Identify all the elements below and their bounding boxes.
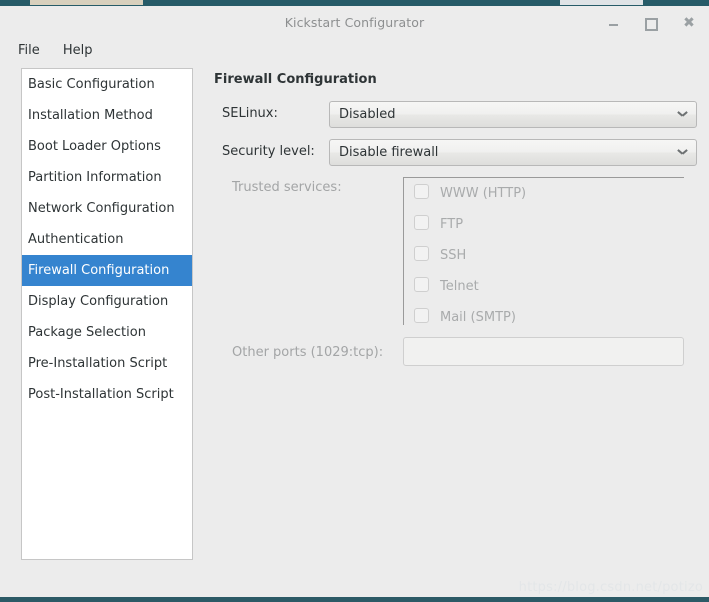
sidebar-item-basic-configuration[interactable]: Basic Configuration xyxy=(22,69,192,100)
service-label-mail-smtp: Mail (SMTP) xyxy=(440,310,516,325)
service-row-ftp[interactable]: FTP xyxy=(404,209,684,240)
checkbox-www-http[interactable] xyxy=(414,184,429,199)
other-ports-input[interactable] xyxy=(403,337,684,366)
service-row-mail-smtp[interactable]: Mail (SMTP) xyxy=(404,302,684,325)
service-label-www-http: WWW (HTTP) xyxy=(440,186,527,201)
chevron-down-icon xyxy=(678,111,687,116)
close-button[interactable]: ✖ xyxy=(680,14,698,32)
sidebar-item-pre-installation-script[interactable]: Pre-Installation Script xyxy=(22,348,192,379)
checkbox-ssh[interactable] xyxy=(414,246,429,261)
security-level-row: Security level: Disable firewall xyxy=(214,137,699,167)
checkbox-ftp[interactable] xyxy=(414,215,429,230)
background-window-light xyxy=(560,0,643,5)
firewall-configuration-panel: Firewall Configuration SELinux: Disabled… xyxy=(214,67,699,597)
sidebar-item-display-configuration[interactable]: Display Configuration xyxy=(22,286,192,317)
menubar: File Help xyxy=(0,39,709,67)
service-row-ssh[interactable]: SSH xyxy=(404,240,684,271)
maximize-icon xyxy=(644,18,658,31)
service-row-www-http[interactable]: WWW (HTTP) xyxy=(404,178,684,209)
selinux-label: SELinux: xyxy=(222,106,278,121)
minimize-icon xyxy=(608,24,618,26)
sidebar-item-package-selection[interactable]: Package Selection xyxy=(22,317,192,348)
menu-item-file[interactable]: File xyxy=(9,40,49,62)
selinux-value: Disabled xyxy=(339,107,396,122)
titlebar: Kickstart Configurator ✖ xyxy=(0,6,709,39)
checkbox-mail-smtp[interactable] xyxy=(414,308,429,323)
security-level-value: Disable firewall xyxy=(339,145,439,160)
window-title: Kickstart Configurator xyxy=(284,15,425,30)
sidebar-item-firewall-configuration[interactable]: Firewall Configuration xyxy=(22,255,192,286)
background-window-tan xyxy=(30,0,143,5)
sidebar-item-network-configuration[interactable]: Network Configuration xyxy=(22,193,192,224)
checkbox-telnet[interactable] xyxy=(414,277,429,292)
page-title: Firewall Configuration xyxy=(214,72,377,87)
service-row-telnet[interactable]: Telnet xyxy=(404,271,684,302)
sidebar-item-partition-information[interactable]: Partition Information xyxy=(22,162,192,193)
service-label-ssh: SSH xyxy=(440,248,467,263)
selinux-dropdown[interactable]: Disabled xyxy=(329,101,697,128)
security-level-label: Security level: xyxy=(222,144,315,159)
sidebar-item-authentication[interactable]: Authentication xyxy=(22,224,192,255)
trusted-services-label: Trusted services: xyxy=(232,180,342,195)
content-area: Basic Configuration Installation Method … xyxy=(0,67,709,597)
service-label-telnet: Telnet xyxy=(440,279,479,294)
sidebar-item-installation-method[interactable]: Installation Method xyxy=(22,100,192,131)
selinux-row: SELinux: Disabled xyxy=(214,99,699,129)
menu-item-help[interactable]: Help xyxy=(54,40,102,62)
close-icon: ✖ xyxy=(683,15,695,31)
sidebar-item-boot-loader-options[interactable]: Boot Loader Options xyxy=(22,131,192,162)
desktop-bottom-strip xyxy=(0,597,709,602)
maximize-button[interactable] xyxy=(642,14,660,32)
service-label-ftp: FTP xyxy=(440,217,464,232)
other-ports-label: Other ports (1029:tcp): xyxy=(232,345,384,360)
trusted-services-list[interactable]: WWW (HTTP) FTP SSH Telnet Mail (SMTP) xyxy=(403,177,684,325)
minimize-button[interactable] xyxy=(604,14,622,32)
chevron-down-icon xyxy=(678,149,687,154)
security-level-dropdown[interactable]: Disable firewall xyxy=(329,139,697,166)
kickstart-configurator-window: Kickstart Configurator ✖ File Help Basic… xyxy=(0,6,709,597)
section-list[interactable]: Basic Configuration Installation Method … xyxy=(21,68,193,560)
sidebar-item-post-installation-script[interactable]: Post-Installation Script xyxy=(22,379,192,410)
